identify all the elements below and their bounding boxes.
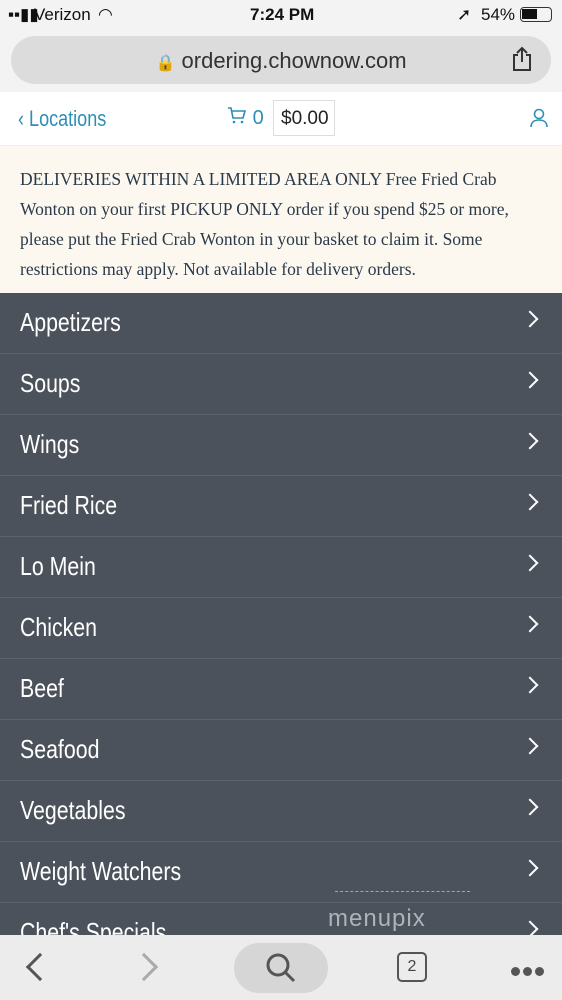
category-label: Lo Mein [20,551,96,581]
tabs-button[interactable]: 2 [397,952,427,982]
chevron-right-icon [521,859,539,877]
battery-icon [520,7,552,22]
category-label: Wings [20,429,80,459]
carrier: Verizon [34,5,91,24]
menu-category-lo-mein[interactable]: Lo Mein [0,537,562,598]
clock: 7:24 PM [250,5,315,24]
category-label: Weight Watchers [20,856,182,886]
locations-back-link[interactable]: ‹ Locations [18,106,126,132]
menu-category-appetizers[interactable]: Appetizers [0,293,562,354]
wifi-icon: ◠ [98,5,113,24]
watermark-line [335,891,470,892]
menu-category-seafood[interactable]: Seafood [0,720,562,781]
url-text: ordering.chownow.com [181,48,407,73]
category-label: Vegetables [20,795,126,825]
site-header: ‹ Locations 0 $0.00 [0,92,562,146]
back-label: Locations [29,106,107,131]
category-label: Fried Rice [20,490,118,520]
user-icon[interactable] [530,108,548,128]
chevron-right-icon [521,432,539,450]
chevron-right-icon [521,676,539,694]
menu-category-vegetables[interactable]: Vegetables [0,781,562,842]
chevron-right-icon [521,737,539,755]
chevron-right-icon [521,310,539,328]
menu-category-soups[interactable]: Soups [0,354,562,415]
battery-percent: 54% [481,5,516,24]
cart-icon [228,107,247,124]
chevron-right-icon [521,615,539,633]
chevron-right-icon [521,798,539,816]
chevron-left-icon: ‹ [18,106,30,131]
category-label: Chicken [20,612,98,642]
browser-toolbar: 2 [0,935,562,1000]
more-icon[interactable] [508,963,544,981]
category-label: Beef [20,673,64,703]
share-icon[interactable] [511,46,533,72]
menu-category-chicken[interactable]: Chicken [0,598,562,659]
menu-category-weight-watchers[interactable]: Weight Watchers [0,842,562,903]
category-label: Soups [20,368,81,398]
status-bar: ▪▪▮▮ Verizon ◠ 7:24 PM ➚ 54% [0,0,562,30]
menu-category-wings[interactable]: Wings [0,415,562,476]
search-button[interactable] [234,943,328,993]
category-label: Appetizers [20,307,121,337]
cart-count: 0 [252,107,264,129]
url-field[interactable]: 🔒 ordering.chownow.com [11,36,551,84]
chevron-right-icon [521,371,539,389]
location-icon: ➚ [457,5,472,24]
promo-banner: DELIVERIES WITHIN A LIMITED AREA ONLY Fr… [0,146,562,293]
chevron-right-icon [521,493,539,511]
cart-button[interactable]: 0 [227,106,264,130]
menu-category-fried-rice[interactable]: Fried Rice [0,476,562,537]
category-label: Seafood [20,734,100,764]
forward-icon[interactable] [129,952,159,982]
browser-address-bar: 🔒 ordering.chownow.com [0,30,562,92]
search-icon [266,953,296,983]
menu-category-beef[interactable]: Beef [0,659,562,720]
watermark: menupix [328,905,426,932]
lock-icon: 🔒 [155,55,176,72]
back-icon[interactable] [25,952,55,982]
cart-total[interactable]: $0.00 [273,100,335,136]
chevron-right-icon [521,554,539,572]
menu-category-list: Appetizers Soups Wings Fried Rice Lo Mein Chi… [0,293,562,964]
